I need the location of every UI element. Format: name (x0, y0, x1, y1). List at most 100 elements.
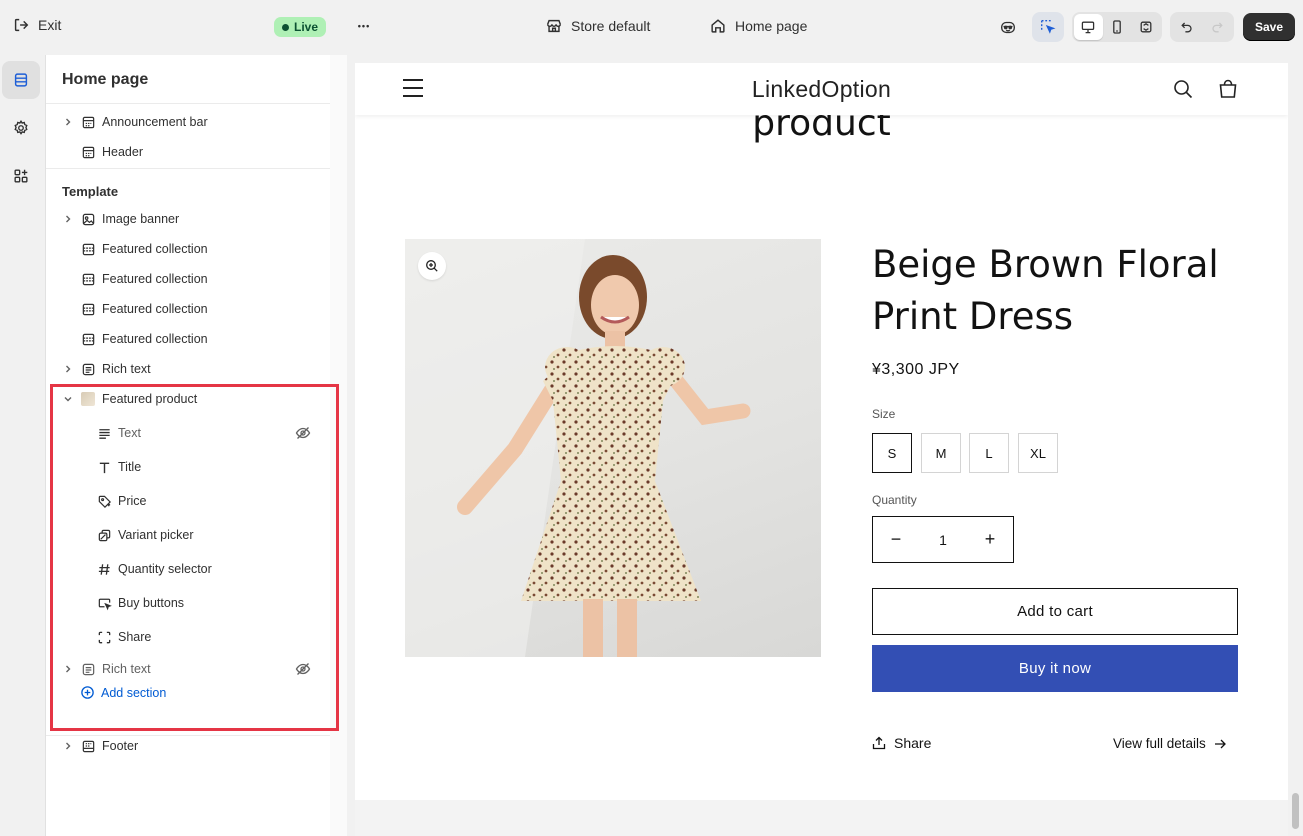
preview-scrollbar[interactable] (1288, 55, 1303, 836)
chevron-right-icon[interactable] (62, 663, 74, 675)
section-announcement-bar[interactable]: Announcement bar (46, 107, 330, 137)
add-section-button[interactable]: Add section (80, 685, 166, 700)
view-full-details-link[interactable]: View full details (1113, 736, 1226, 751)
dress-model-illustration (405, 239, 751, 657)
section-header[interactable]: Header (46, 137, 330, 167)
block-label: Quantity selector (118, 562, 212, 576)
live-label: Live (294, 20, 319, 34)
redo-button[interactable] (1202, 14, 1232, 40)
section-featured-collection[interactable]: Featured collection (46, 324, 330, 354)
block-buy-buttons[interactable]: Buy buttons (46, 588, 330, 618)
section-featured-product[interactable]: Featured product (46, 384, 330, 414)
live-dot-icon (282, 23, 289, 31)
section-label: Featured product (102, 392, 198, 406)
store-logo[interactable]: LinkedOption (355, 76, 1288, 103)
quantity-increase-button[interactable]: + (967, 517, 1013, 562)
ai-sidekick-button[interactable] (992, 12, 1024, 42)
section-rich-text-hidden[interactable]: Rich text (46, 654, 330, 684)
quantity-label: Quantity (872, 493, 917, 507)
buy-now-button[interactable]: Buy it now (872, 645, 1238, 692)
section-featured-collection[interactable]: Featured collection (46, 234, 330, 264)
cart-icon[interactable] (1216, 77, 1240, 101)
variant-icon (96, 527, 112, 543)
section-rich-text[interactable]: Rich text (46, 354, 330, 384)
storefront-preview: product LinkedOption Beige Brown Floral … (355, 63, 1288, 836)
add-to-cart-button[interactable]: Add to cart (872, 588, 1238, 635)
block-label: Text (118, 426, 141, 440)
sections-icon (14, 73, 28, 87)
section-label: Featured collection (102, 272, 208, 286)
quantity-input[interactable]: 1 (919, 532, 967, 548)
chevron-down-icon[interactable] (62, 393, 74, 405)
eye-hidden-icon[interactable] (294, 660, 312, 678)
arrow-right-icon (1214, 739, 1226, 748)
size-option-s[interactable]: S (872, 433, 912, 473)
eye-hidden-icon[interactable] (294, 424, 312, 442)
block-variant-picker[interactable]: Variant picker (46, 520, 330, 550)
section-image-banner[interactable]: Image banner (46, 204, 330, 234)
block-label: Price (118, 494, 147, 508)
inspector-toggle-button[interactable] (1032, 12, 1064, 42)
chevron-right-icon[interactable] (62, 363, 74, 375)
chevron-right-icon[interactable] (62, 740, 74, 752)
block-share[interactable]: Share (46, 622, 330, 652)
share-button[interactable]: Share (872, 735, 931, 751)
share-label: Share (894, 735, 932, 751)
size-option-l[interactable]: L (969, 433, 1009, 473)
live-status-badge: Live (274, 17, 327, 37)
more-dots-icon: ••• (357, 21, 371, 31)
section-featured-collection[interactable]: Featured collection (46, 264, 330, 294)
apps-icon (14, 169, 28, 183)
collection-icon (80, 241, 96, 257)
fullscreen-view-button[interactable] (1131, 14, 1160, 40)
sidebar-divider (46, 103, 330, 104)
text-lines-icon (96, 425, 112, 441)
section-footer[interactable]: Footer (46, 731, 330, 761)
sections-rail-button[interactable] (2, 61, 40, 99)
size-option-xl[interactable]: XL (1018, 433, 1058, 473)
page-selector-label: Home page (735, 18, 808, 34)
mobile-view-button[interactable] (1103, 14, 1132, 40)
sidebar-title: Home page (62, 71, 149, 88)
layout-header-icon (80, 114, 96, 130)
product-thumbnail-icon (80, 391, 96, 407)
undo-button[interactable] (1172, 14, 1202, 40)
collection-icon (80, 331, 96, 347)
template-group-label: Template (62, 184, 119, 199)
size-label: Size (872, 407, 896, 421)
history-controls (1170, 12, 1234, 42)
save-button[interactable]: Save (1243, 13, 1295, 41)
zoom-button[interactable] (418, 252, 446, 280)
sidebar-scrollbar[interactable] (330, 55, 347, 836)
quantity-decrease-button[interactable]: − (873, 517, 919, 562)
store-icon (546, 19, 562, 33)
viewport-switcher (1072, 12, 1162, 42)
search-icon[interactable] (1171, 77, 1195, 101)
section-label: Featured collection (102, 332, 208, 346)
price-tag-icon (96, 493, 112, 509)
theme-settings-rail-button[interactable] (2, 109, 40, 147)
block-price[interactable]: Price (46, 486, 330, 516)
preview-scrollbar-thumb[interactable] (1292, 793, 1299, 829)
size-option-m[interactable]: M (921, 433, 961, 473)
more-actions-button[interactable]: ••• (352, 14, 376, 38)
exit-button[interactable]: Exit (12, 16, 61, 34)
block-title[interactable]: Title (46, 452, 330, 482)
chevron-right-icon[interactable] (62, 213, 74, 225)
quantity-stepper: − 1 + (872, 516, 1014, 563)
section-label: Rich text (102, 362, 151, 376)
desktop-view-button[interactable] (1074, 14, 1103, 40)
text-block-icon (80, 361, 96, 377)
chevron-right-icon[interactable] (62, 116, 74, 128)
page-selector[interactable]: Home page (709, 17, 807, 35)
hash-icon (96, 561, 112, 577)
product-title: Beige Brown Floral Print Dress (872, 243, 1219, 338)
store-selector[interactable]: Store default (545, 17, 650, 35)
zoom-in-icon (426, 260, 438, 272)
block-quantity-selector[interactable]: Quantity selector (46, 554, 330, 584)
editor-topbar: Exit Live ••• Store default Home page Sa… (0, 0, 1303, 55)
block-text[interactable]: Text (46, 418, 330, 448)
section-featured-collection[interactable]: Featured collection (46, 294, 330, 324)
product-image[interactable] (405, 239, 821, 657)
apps-rail-button[interactable] (2, 157, 40, 195)
